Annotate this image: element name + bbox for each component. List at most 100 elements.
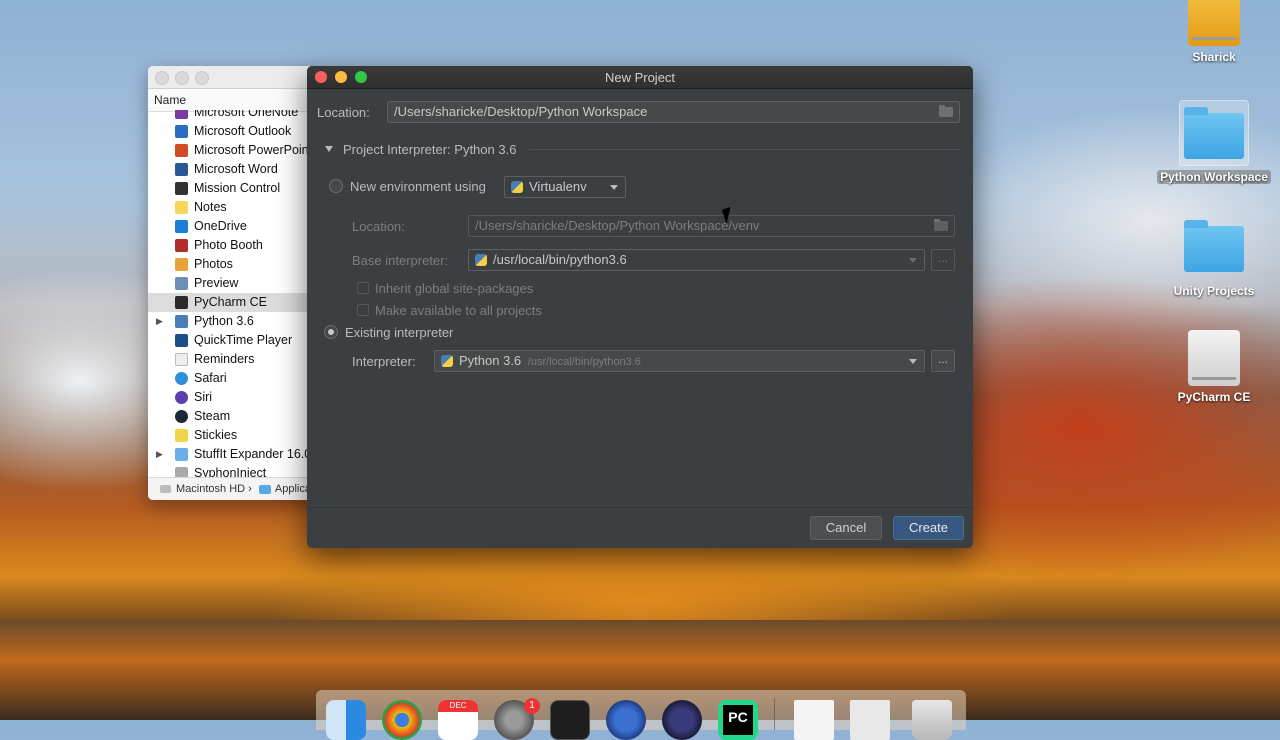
new-environment-radio[interactable] [329, 179, 343, 193]
list-item[interactable]: Photo Booth [148, 236, 318, 255]
environment-tool-select[interactable]: Virtualenv [504, 176, 626, 198]
list-item[interactable]: Siri [148, 388, 318, 407]
document-icon[interactable] [794, 700, 834, 740]
folder-browse-icon[interactable] [939, 105, 953, 117]
trash-icon[interactable] [912, 700, 952, 740]
list-item[interactable]: OneDrive [148, 217, 318, 236]
list-item-label: OneDrive [194, 219, 247, 233]
finder-window: Name Microsoft OneNote Microsoft Outlook… [148, 66, 318, 500]
list-item-label: Photos [194, 257, 233, 271]
finder-icon[interactable] [326, 700, 366, 740]
minimize-icon[interactable] [175, 71, 189, 85]
finder-titlebar [148, 66, 318, 89]
desktop-icon-label: Unity Projects [1173, 284, 1255, 298]
list-item-label: Stickies [194, 428, 238, 442]
existing-interpreter-label[interactable]: Existing interpreter [345, 325, 453, 340]
close-icon[interactable] [155, 71, 169, 85]
desktop-icon-python-workspace[interactable]: Python Workspace [1154, 100, 1274, 186]
disclosure-triangle-icon[interactable]: ▶ [156, 312, 163, 331]
app-icon [175, 391, 188, 404]
dialog-titlebar: New Project [307, 66, 973, 89]
list-item[interactable]: ▶ StuffIt Expander 16.0 [148, 445, 318, 464]
list-item-label: Microsoft OneNote [194, 110, 299, 119]
make-available-checkbox[interactable] [357, 304, 369, 316]
list-item[interactable]: SyphonInject [148, 464, 318, 478]
calendar-icon[interactable]: DEC [438, 700, 478, 740]
new-environment-label[interactable]: New environment using [350, 179, 486, 194]
list-item-label: StuffIt Expander 16.0 [194, 447, 312, 461]
app-icon [175, 277, 188, 290]
system-preferences-icon[interactable]: 1 [494, 698, 540, 740]
calendar-month: DEC [438, 700, 478, 712]
app-icon[interactable] [606, 700, 646, 740]
drive-icon [1188, 0, 1240, 46]
python-icon [475, 254, 487, 266]
chevron-down-icon [909, 359, 917, 364]
footer-divider [307, 507, 973, 508]
folder-icon [175, 448, 188, 461]
section-collapse-icon[interactable] [325, 146, 333, 152]
app-icon [175, 163, 188, 176]
pycharm-icon[interactable]: PC [718, 700, 758, 740]
desktop-icon-label: Sharick [1192, 50, 1236, 64]
desktop-icon-sharick[interactable]: Sharick [1154, 0, 1274, 64]
base-interpreter-select[interactable]: /usr/local/bin/python3.6 [468, 249, 925, 271]
list-item[interactable]: Safari [148, 369, 318, 388]
list-item[interactable]: Steam [148, 407, 318, 426]
path-drive[interactable]: Macintosh HD [176, 483, 245, 495]
hard-drive-icon [160, 485, 171, 494]
list-item-selected[interactable]: PyCharm CE [148, 293, 318, 312]
desktop-icon-pycharm-ce[interactable]: PyCharm CE [1154, 330, 1274, 404]
disclosure-triangle-icon[interactable]: ▶ [156, 445, 163, 464]
list-item-label: Safari [194, 371, 227, 385]
app-icon [175, 239, 188, 252]
venv-location-label: Location: [352, 219, 405, 234]
app-icon [175, 144, 188, 157]
cancel-button[interactable]: Cancel [810, 516, 882, 540]
pycharm-label: PC [723, 705, 753, 735]
inherit-site-packages-label: Inherit global site-packages [375, 281, 534, 296]
list-item[interactable]: Microsoft Outlook [148, 122, 318, 141]
folder-icon [1184, 220, 1244, 272]
interpreter-select[interactable]: Python 3.6 /usr/local/bin/python3.6 [434, 350, 925, 372]
venv-location-field[interactable]: /Users/sharicke/Desktop/Python Workspace… [468, 215, 955, 237]
python-icon [441, 355, 453, 367]
location-field[interactable]: /Users/sharicke/Desktop/Python Workspace [387, 101, 960, 123]
base-interpreter-browse-button[interactable]: ... [931, 249, 955, 271]
list-item[interactable]: Microsoft OneNote [148, 110, 318, 122]
base-interpreter-label: Base interpreter: [352, 253, 449, 268]
list-item[interactable]: Notes [148, 198, 318, 217]
list-item[interactable]: QuickTime Player [148, 331, 318, 350]
app-icon [175, 182, 188, 195]
list-item[interactable]: Preview [148, 274, 318, 293]
app-icon [175, 110, 188, 119]
list-item[interactable]: Mission Control [148, 179, 318, 198]
existing-interpreter-radio[interactable] [324, 325, 338, 339]
chrome-icon[interactable] [382, 700, 422, 740]
finder-list: Microsoft OneNote Microsoft Outlook Micr… [148, 110, 318, 478]
column-header-name[interactable]: Name [148, 89, 318, 112]
document-icon[interactable] [850, 700, 890, 740]
desktop-icon-unity-projects[interactable]: Unity Projects [1154, 220, 1274, 298]
chevron-down-icon [610, 185, 618, 190]
inherit-site-packages-checkbox[interactable] [357, 282, 369, 294]
list-item[interactable]: ▶ Python 3.6 [148, 312, 318, 331]
app-icon [175, 353, 188, 366]
interpreter-section-title[interactable]: Project Interpreter: Python 3.6 [343, 142, 516, 157]
list-item-label: Notes [194, 200, 227, 214]
list-item[interactable]: Stickies [148, 426, 318, 445]
app-icon[interactable] [662, 700, 702, 740]
interpreter-browse-button[interactable]: ... [931, 350, 955, 372]
create-button[interactable]: Create [893, 516, 964, 540]
list-item[interactable]: Microsoft PowerPoint [148, 141, 318, 160]
location-label: Location: [317, 105, 370, 120]
list-item[interactable]: Reminders [148, 350, 318, 369]
interpreter-path: /usr/local/bin/python3.6 [527, 356, 641, 368]
list-item[interactable]: Microsoft Word [148, 160, 318, 179]
list-item-label: Microsoft PowerPoint [194, 143, 313, 157]
terminal-icon[interactable] [550, 700, 590, 740]
list-item-label: Steam [194, 409, 231, 423]
zoom-icon[interactable] [195, 71, 209, 85]
list-item[interactable]: Photos [148, 255, 318, 274]
folder-browse-icon[interactable] [934, 219, 948, 231]
